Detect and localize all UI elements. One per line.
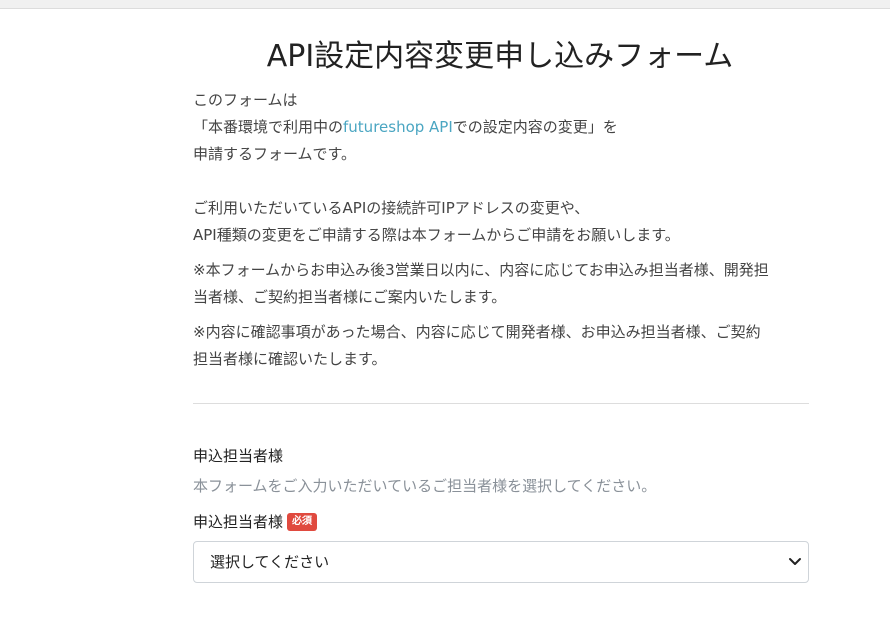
form-page: API設定内容変更申し込みフォーム このフォームは 「本番環境で利用中のfutu… (0, 9, 890, 617)
notice-2: ※内容に確認事項があった場合、内容に応じて開発者様、お申込み担当者様、ご契約 担… (193, 319, 809, 373)
intro-line: 「本番環境で利用中のfutureshop APIでの設定内容の変更」を (193, 114, 809, 141)
section-heading: 申込担当者様 (193, 447, 284, 465)
form-content: このフォームは 「本番環境で利用中のfutureshop APIでの設定内容の変… (193, 87, 809, 583)
futureshop-api-link[interactable]: futureshop API (343, 118, 453, 136)
intro-line: ご利用いただいているAPIの接続許可IPアドレスの変更や、 (193, 199, 590, 217)
intro-text: このフォームは 「本番環境で利用中のfutureshop APIでの設定内容の変… (193, 87, 809, 249)
intro-spacer (193, 168, 809, 195)
notice-line: ※本フォームからお申込み後3営業日以内に、内容に応じてお申込み担当者様、開発担 (193, 261, 769, 279)
intro-line: このフォームは (193, 91, 298, 109)
applicant-select[interactable]: 選択してください (193, 541, 809, 583)
notice-line: 当者様、ご契約担当者様にご案内いたします。 (193, 288, 507, 306)
required-badge: 必須 (287, 513, 318, 531)
intro-line: API種類の変更をご申請する際は本フォームからご申請をお願いします。 (193, 226, 680, 244)
browser-top-strip (0, 0, 890, 9)
section-divider (193, 403, 809, 404)
notice-1: ※本フォームからお申込み後3営業日以内に、内容に応じてお申込み担当者様、開発担 … (193, 257, 809, 311)
chevron-down-icon (789, 558, 801, 565)
notice-line: 担当者様に確認いたします。 (193, 350, 387, 368)
select-value: 選択してください (210, 553, 330, 571)
field-label-text: 申込担当者様 (193, 513, 284, 531)
intro-line-suffix: での設定内容の変更」を (452, 118, 618, 136)
notice-line: ※内容に確認事項があった場合、内容に応じて開発者様、お申込み担当者様、ご契約 (193, 323, 761, 341)
section-description: 本フォームをご入力いただいているご担当者様を選択してください。 (193, 477, 657, 495)
intro-line-prefix: 「本番環境で利用中の (193, 118, 344, 136)
intro-line: 申請するフォームです。 (193, 145, 357, 163)
applicant-field-label: 申込担当者様 必須 (193, 511, 809, 533)
page-title: API設定内容変更申し込みフォーム (266, 39, 734, 74)
